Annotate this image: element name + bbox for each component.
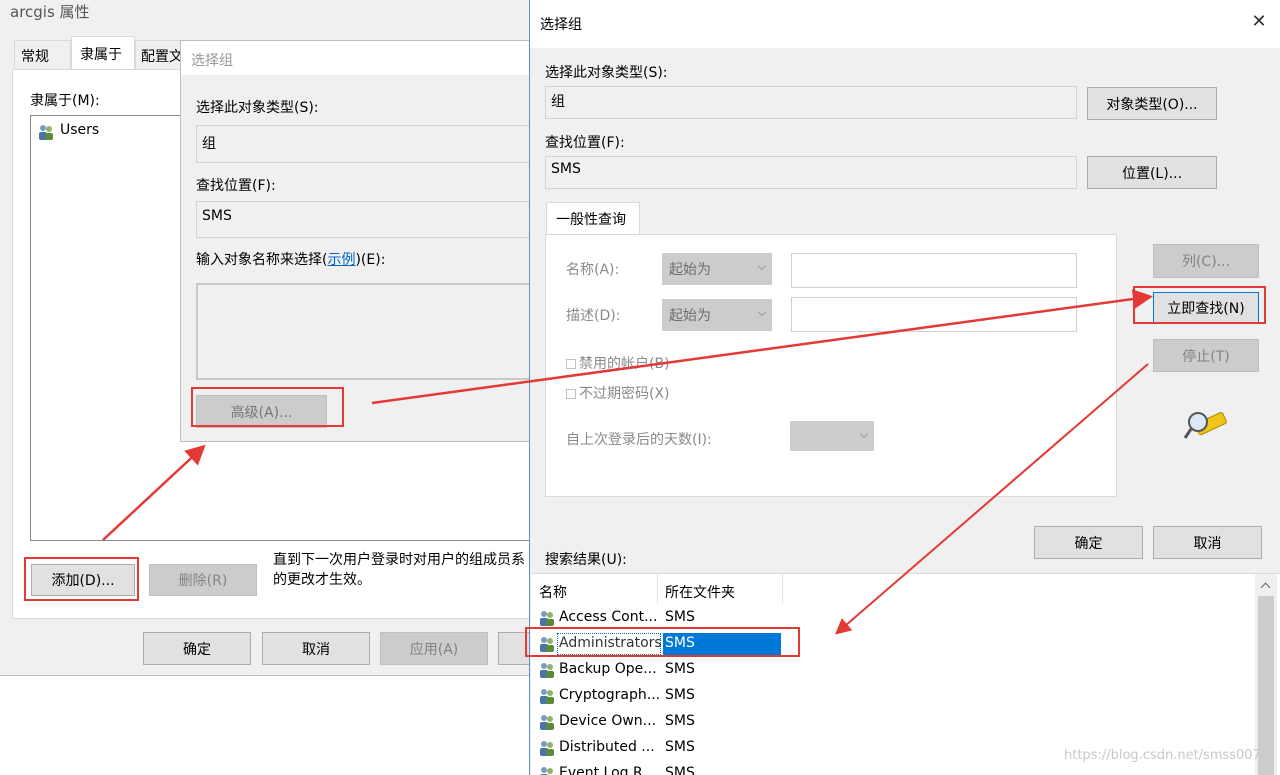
watermark: https://blog.csdn.net/smss007 <box>1064 748 1261 763</box>
arrow-add-to-advanced <box>102 444 206 541</box>
arrow-find-now-to-result <box>834 363 1149 635</box>
annotation-arrows <box>102 289 1153 635</box>
arrow-advanced-to-find-now <box>371 289 1153 405</box>
